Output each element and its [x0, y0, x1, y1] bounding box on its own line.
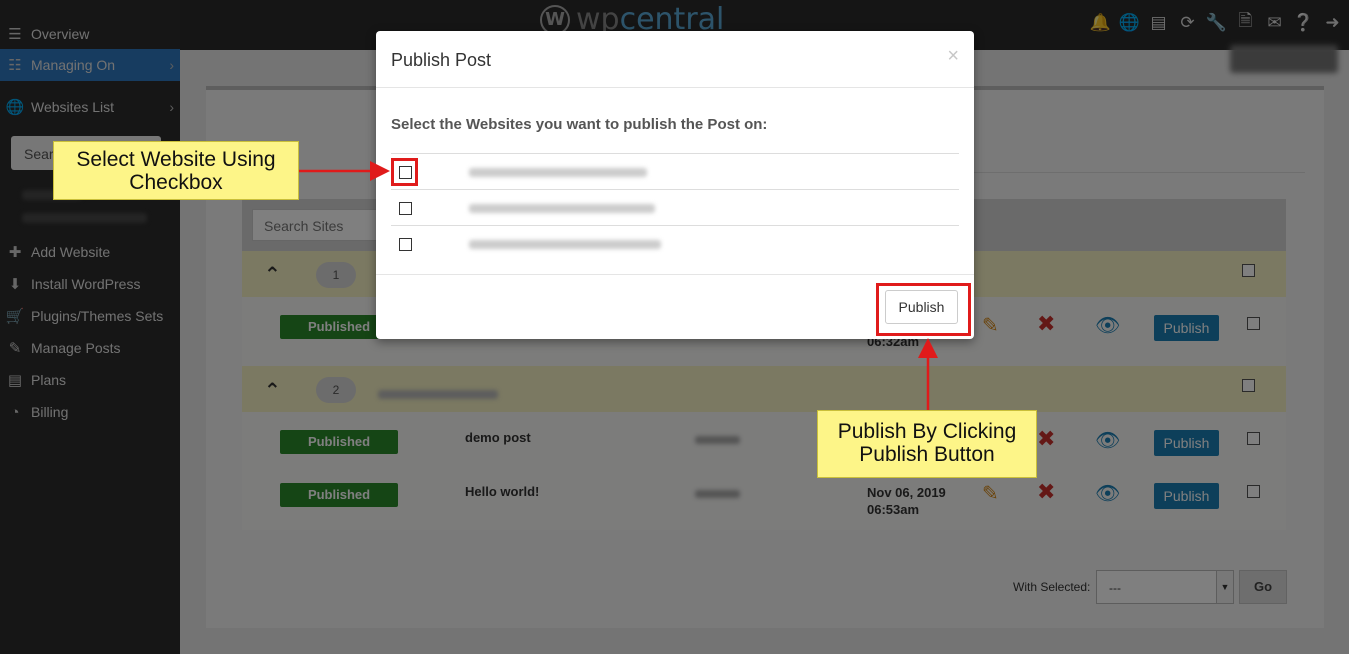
website-url	[469, 240, 661, 249]
website-checkbox[interactable]	[399, 202, 412, 215]
callout-text: Select Website Using	[76, 148, 276, 171]
callout-text: Publish By Clicking	[837, 420, 1017, 443]
website-url	[469, 204, 655, 213]
website-list	[391, 153, 959, 261]
publish-button-highlight	[876, 283, 971, 336]
website-url	[469, 168, 647, 177]
publish-callout: Publish By Clicking Publish Button	[817, 410, 1037, 478]
website-checkbox[interactable]	[399, 238, 412, 251]
list-item	[391, 153, 959, 189]
modal-title: Publish Post	[391, 50, 492, 70]
modal-instruction: Select the Websites you want to publish …	[391, 116, 768, 133]
list-item	[391, 189, 959, 225]
checkbox-callout: Select Website Using Checkbox	[53, 141, 299, 200]
modal-header: Publish Post ×	[376, 31, 974, 88]
checkbox-highlight	[391, 158, 418, 186]
callout-text: Publish Button	[859, 443, 995, 466]
list-item	[391, 225, 959, 261]
callout-text: Checkbox	[129, 171, 223, 194]
close-icon[interactable]: ×	[947, 45, 959, 68]
